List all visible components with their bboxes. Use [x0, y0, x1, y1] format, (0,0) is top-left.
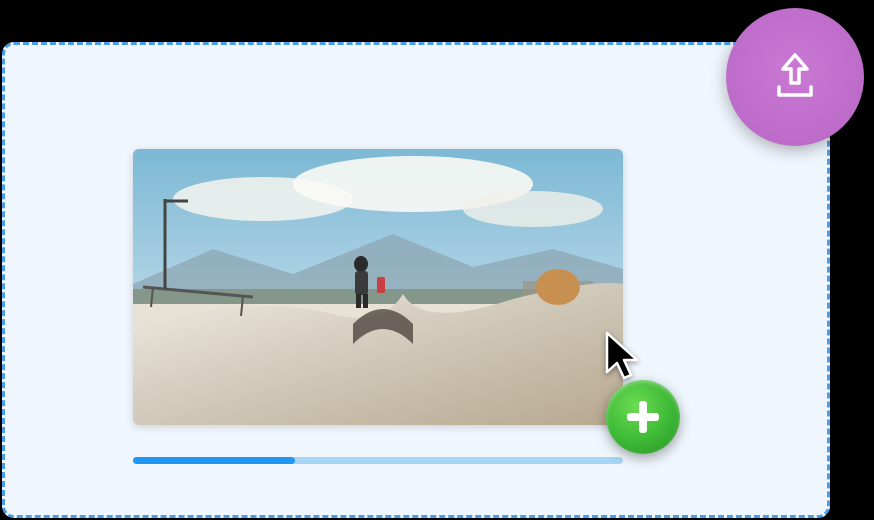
add-button[interactable]	[606, 380, 680, 454]
upload-icon	[765, 47, 825, 107]
progress-bar[interactable]	[133, 457, 623, 464]
video-thumbnail[interactable]	[133, 149, 623, 425]
skatepark-scene-icon	[133, 149, 623, 425]
upload-dropzone-panel[interactable]	[2, 42, 830, 518]
upload-button[interactable]	[726, 8, 864, 146]
plus-icon	[621, 395, 665, 439]
progress-fill	[133, 457, 295, 464]
